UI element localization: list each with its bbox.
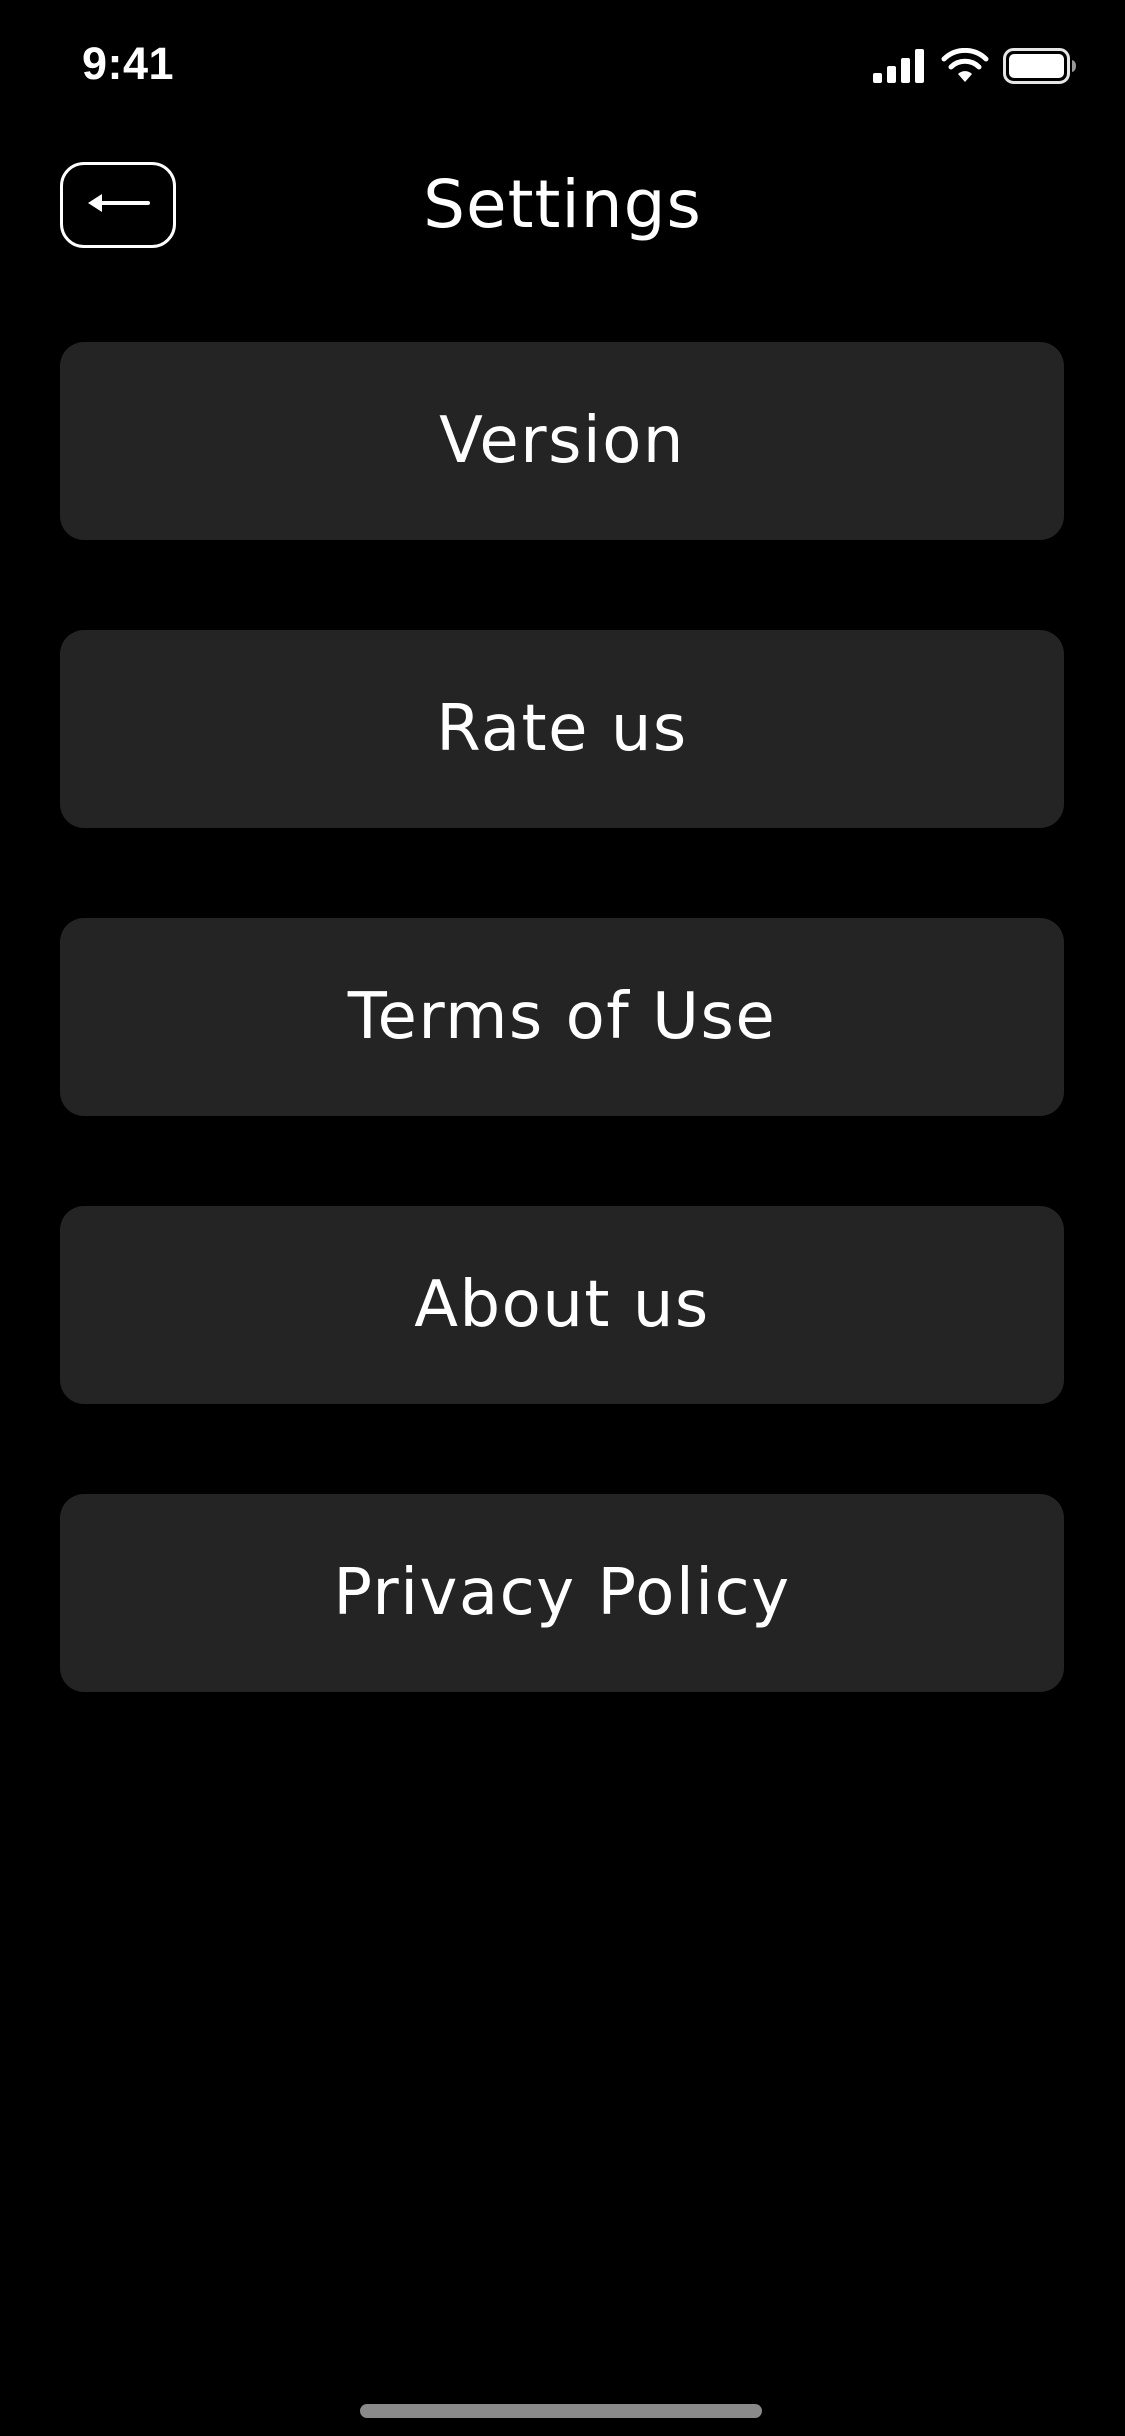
battery-icon: [1003, 48, 1077, 84]
terms-of-use-button[interactable]: Terms of Use: [60, 918, 1064, 1116]
settings-menu: Version Rate us Terms of Use About us Pr…: [60, 342, 1064, 1782]
cellular-signal-icon: [873, 49, 927, 83]
home-indicator[interactable]: [360, 2404, 762, 2418]
about-us-button[interactable]: About us: [60, 1206, 1064, 1404]
arrow-left-icon: [86, 191, 150, 219]
back-button[interactable]: [60, 162, 176, 248]
version-label: Version: [439, 404, 685, 478]
privacy-policy-label: Privacy Policy: [333, 1556, 791, 1630]
status-icons: [873, 48, 1077, 84]
terms-of-use-label: Terms of Use: [347, 980, 777, 1054]
status-bar: 9:41: [0, 0, 1125, 132]
status-time: 9:41: [82, 38, 175, 89]
wifi-icon: [941, 48, 989, 84]
about-us-label: About us: [414, 1268, 710, 1342]
rate-us-label: Rate us: [436, 692, 688, 766]
rate-us-button[interactable]: Rate us: [60, 630, 1064, 828]
privacy-policy-button[interactable]: Privacy Policy: [60, 1494, 1064, 1692]
version-button[interactable]: Version: [60, 342, 1064, 540]
header: Settings: [0, 150, 1125, 260]
